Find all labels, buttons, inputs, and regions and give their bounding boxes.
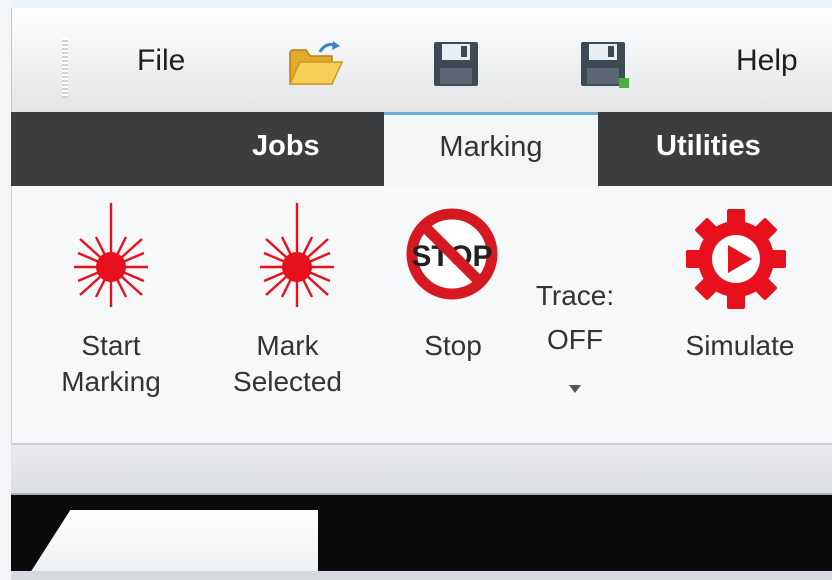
mark-selected-label: Mark Selected <box>233 330 342 397</box>
window-top-edge <box>11 0 832 8</box>
stop-label: Stop <box>424 330 482 361</box>
tab-jobs[interactable]: Jobs <box>252 130 320 163</box>
stop-icon: STOP <box>402 204 502 304</box>
open-folder-icon[interactable] <box>286 38 346 90</box>
tab-marking[interactable]: Marking <box>384 112 598 194</box>
window-left-edge <box>0 0 11 580</box>
chevron-down-icon[interactable] <box>567 382 583 396</box>
simulate-gear-icon <box>683 206 789 312</box>
menu-bar <box>11 8 832 112</box>
trace-value: OFF <box>547 324 603 355</box>
tab-marking-label: Marking <box>439 131 543 163</box>
workspace-top-edge <box>11 571 832 580</box>
file-menu[interactable]: File <box>137 44 185 78</box>
laser-icon <box>66 203 156 313</box>
ribbon-footer <box>11 445 832 493</box>
trace-label: Trace: <box>535 280 615 311</box>
document-tab[interactable] <box>30 510 318 573</box>
simulate-label: Simulate <box>685 330 795 361</box>
laser-icon <box>252 203 342 313</box>
menu-grip-handle[interactable] <box>62 38 68 98</box>
tab-utilities[interactable]: Utilities <box>656 130 761 163</box>
save-icon[interactable] <box>432 40 480 88</box>
save-as-icon[interactable] <box>579 40 631 90</box>
start-marking-label: Start Marking <box>61 330 161 397</box>
help-menu[interactable]: Help <box>736 44 798 78</box>
